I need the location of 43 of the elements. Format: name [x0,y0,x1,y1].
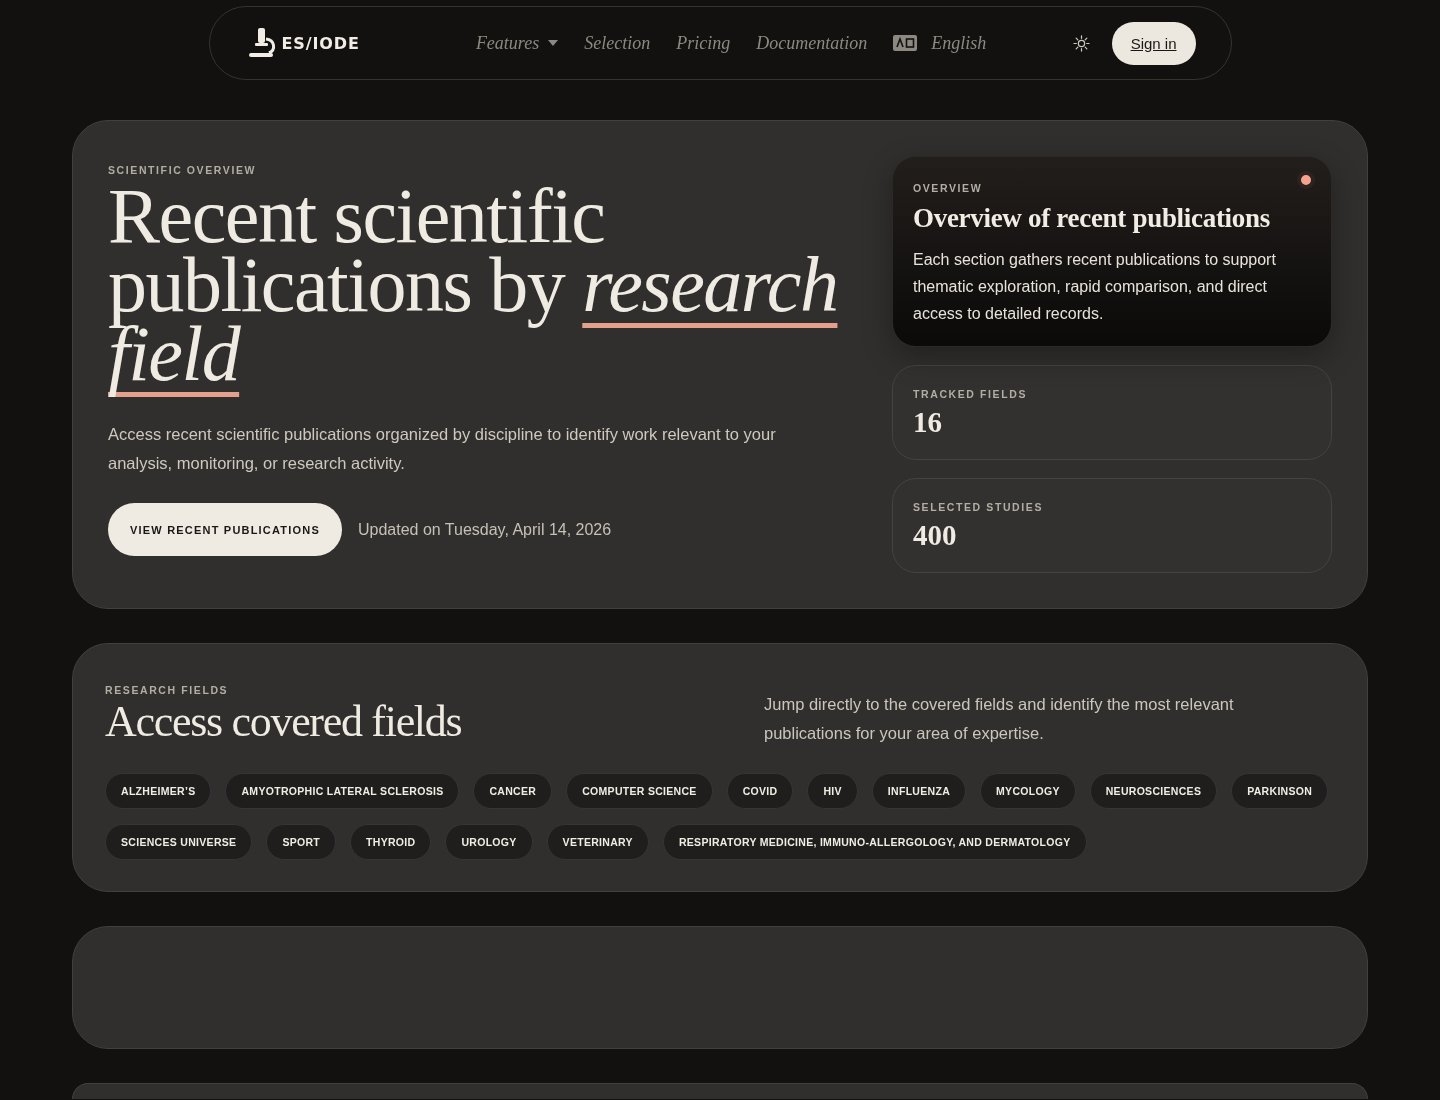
nav-link[interactable]: Pricing [676,32,731,54]
stat-label: SELECTED STUDIES [913,500,1045,514]
field-tag[interactable]: SPORT [266,824,337,860]
stat-value: 400 [913,518,958,552]
nav-link[interactable]: Selection [584,32,651,54]
card-description: Each section gathers recent publications to support thematic exploration, rapid comparison, and direct access to detailed records. [913,250,1277,324]
field-tag[interactable]: CANCER [473,773,553,809]
language-icon [893,35,918,51]
theme-toggle[interactable] [1072,34,1090,52]
field-tag[interactable]: VETERINARY [546,824,649,860]
language-selector[interactable]: English [893,32,987,54]
sign-in-button[interactable]: Sign in [1111,21,1196,65]
section-eyebrow: RESEARCH FIELDS [105,683,230,697]
field-tag[interactable]: COVID [726,773,794,809]
field-tag[interactable]: COMPUTER SCIENCE [566,773,713,809]
view-publications-button[interactable]: VIEW RECENT PUBLICATIONS [108,503,342,556]
field-tag[interactable]: SCIENCES UNIVERSE [105,824,253,860]
section-eyebrow: SCIENTIFIC OVERVIEW [108,163,258,177]
microscope-icon [248,28,277,58]
features-menu[interactable]: Features [475,32,559,54]
field-tag[interactable]: ALZHEIMER’S [105,773,212,809]
field-tag[interactable]: AMYOTROPHIC LATERAL SCLEROSIS [225,773,460,809]
nav-link[interactable]: Documentation [756,32,868,54]
caret-icon [548,40,559,46]
field-tag[interactable]: NEUROSCIENCES [1089,773,1218,809]
section-heading: Access covered fields [105,697,463,747]
section-description: Jump directly to the covered fields and identify the most relevant publications for your area of expertise. [764,694,1235,744]
status-dot-icon [1297,171,1315,189]
field-tag[interactable]: PARKINSON [1231,773,1329,809]
field-tag[interactable]: INFLUENZA [871,773,967,809]
field-tag[interactable]: UROLOGY [445,824,533,860]
field-tag[interactable]: RESPIRATORY MEDICINE, IMMUNO-ALLERGOLOGY, AND DERMATOLOGY [662,824,1087,860]
updated-date: Updated on Tuesday, April 14, 2026 [357,520,612,539]
stat-value: 16 [913,405,943,439]
stat-label: TRACKED FIELDS [913,387,1028,401]
sun-icon [1072,34,1090,52]
field-tag[interactable]: HIV [807,773,858,809]
logo-link[interactable]: ES/IODE [248,28,360,58]
field-tag[interactable]: THYROID [350,824,432,860]
card-eyebrow: OVERVIEW [913,181,984,195]
card-title: Overview of recent publications [913,202,1271,235]
field-tag[interactable]: MYCOLOGY [980,773,1076,809]
hero-description: Access recent scientific publications organized by discipline to identify work relevant to your analysis, monitoring, or research activity. [108,424,777,474]
